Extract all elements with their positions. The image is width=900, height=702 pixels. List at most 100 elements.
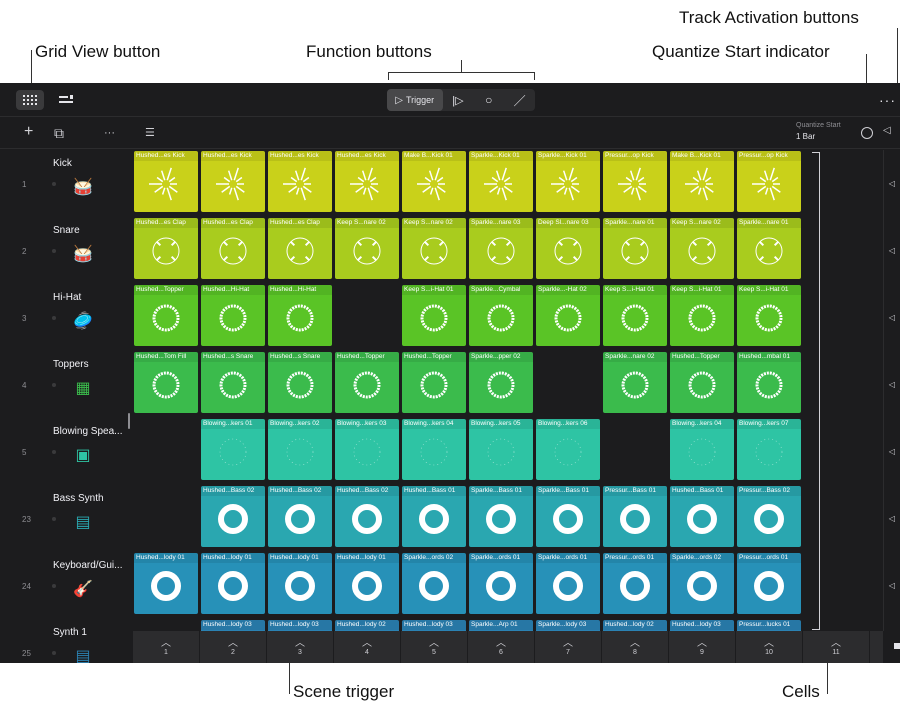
loop-cell[interactable]: Hushed...Bass 02: [268, 486, 332, 547]
trigger-button[interactable]: ▷ Trigger: [387, 89, 443, 111]
loop-cell[interactable]: Sparkle...ords 02: [402, 553, 466, 614]
snare-drum-icon[interactable]: 🥁: [72, 243, 94, 265]
loop-cell[interactable]: Hushed...es Clap: [134, 218, 198, 279]
track-activation-button[interactable]: ◁: [883, 552, 900, 619]
track-name[interactable]: Toppers: [53, 359, 128, 370]
loop-cell[interactable]: Make B...Kick 01: [402, 151, 466, 212]
loop-cell[interactable]: Sparkle...nare 01: [737, 218, 801, 279]
loop-cell[interactable]: Pressur...ords 01: [737, 553, 801, 614]
loop-cell[interactable]: Sparkle...-Hat 02: [536, 285, 600, 346]
scene-trigger-button[interactable]: ︿ 9: [669, 631, 736, 663]
loop-cell[interactable]: Keep S...i-Hat 01: [670, 285, 734, 346]
loop-cell[interactable]: Hushed...Topper: [670, 352, 734, 413]
loop-cell[interactable]: Hushed...es Kick: [268, 151, 332, 212]
queue-button[interactable]: |▷: [443, 89, 474, 111]
track-list-icon[interactable]: ☰: [145, 126, 155, 139]
loop-cell[interactable]: Blowing...kers 07: [737, 419, 801, 480]
track-more-icon[interactable]: ···: [104, 127, 115, 139]
stop-icon[interactable]: [894, 643, 900, 649]
duplicate-icon[interactable]: ⧉: [54, 125, 64, 142]
tracks-view-button[interactable]: [52, 90, 80, 110]
loop-cell[interactable]: Sparkle...ords 01: [536, 553, 600, 614]
track-activation-button[interactable]: ◁: [883, 217, 900, 284]
loop-cell[interactable]: Hushed...Topper: [134, 285, 198, 346]
grid-view-button[interactable]: [16, 90, 44, 110]
loop-cell[interactable]: Sparkle...nare 01: [603, 218, 667, 279]
scene-trigger-button[interactable]: ︿ 7: [535, 631, 602, 663]
scene-trigger-button[interactable]: ︿ 5: [401, 631, 468, 663]
loop-cell[interactable]: Pressur...op Kick: [737, 151, 801, 212]
loop-cell[interactable]: Sparkle...nare 02: [603, 352, 667, 413]
loop-cell[interactable]: Hushed...mbal 01: [737, 352, 801, 413]
loop-cell[interactable]: Keep S...i-Hat 01: [737, 285, 801, 346]
loop-cell[interactable]: Hushed...lody 01: [268, 553, 332, 614]
loop-cell[interactable]: Blowing...kers 03: [335, 419, 399, 480]
loop-cell[interactable]: Pressur...op Kick: [603, 151, 667, 212]
loop-cell[interactable]: Hushed...lody 01: [134, 553, 198, 614]
add-track-icon[interactable]: +: [24, 123, 33, 141]
quantize-start-value[interactable]: 1 Bar: [796, 132, 815, 141]
loop-cell[interactable]: Sparkle...Kick 01: [469, 151, 533, 212]
scene-trigger-button[interactable]: ︿ 4: [334, 631, 401, 663]
loop-cell[interactable]: Hushed...Tom Fill: [134, 352, 198, 413]
track-name[interactable]: Hi-Hat: [53, 292, 128, 303]
loop-cell[interactable]: Sparkle...Cymbal: [469, 285, 533, 346]
sampler-icon[interactable]: ▣: [72, 444, 94, 466]
loop-cell[interactable]: Hushed...Topper: [402, 352, 466, 413]
scene-trigger-button[interactable]: ︿ 10: [736, 631, 803, 663]
scene-trigger-button[interactable]: ︿ 6: [468, 631, 535, 663]
guitar-icon[interactable]: 🎸: [72, 578, 94, 600]
loop-cell[interactable]: Keep S...nare 02: [670, 218, 734, 279]
scene-trigger-button[interactable]: ︿ 11: [803, 631, 870, 663]
track-activation-button[interactable]: ◁: [883, 418, 900, 485]
synth-icon[interactable]: ▤: [72, 511, 94, 533]
track-activation-button[interactable]: ◁: [883, 150, 900, 217]
loop-cell[interactable]: Sparkle...Kick 01: [536, 151, 600, 212]
loop-cell[interactable]: Sparkle...ords 01: [469, 553, 533, 614]
keyboard-icon[interactable]: ▤: [72, 645, 94, 663]
hi-hat-icon[interactable]: 🥏: [72, 310, 94, 332]
loop-cell[interactable]: Deep Sl...nare 03: [536, 218, 600, 279]
loop-cell[interactable]: Pressur...Bass 02: [737, 486, 801, 547]
loop-cell[interactable]: Blowing...kers 01: [201, 419, 265, 480]
loop-cell[interactable]: Hushed...es Kick: [335, 151, 399, 212]
track-activation-button[interactable]: ◁: [883, 485, 900, 552]
loop-cell[interactable]: Sparkle...Bass 01: [469, 486, 533, 547]
loop-cell[interactable]: Keep S...nare 02: [402, 218, 466, 279]
loop-cell[interactable]: Hushed...es Clap: [268, 218, 332, 279]
loop-cell[interactable]: Pressur...Bass 01: [603, 486, 667, 547]
record-button[interactable]: ○: [473, 89, 504, 111]
loop-cell[interactable]: Hushed...es Kick: [201, 151, 265, 212]
loop-cell[interactable]: Sparkle...Bass 01: [536, 486, 600, 547]
loop-cell[interactable]: Blowing...kers 04: [670, 419, 734, 480]
loop-cell[interactable]: Sparkle...nare 03: [469, 218, 533, 279]
loop-cell[interactable]: Hushed...lody 01: [335, 553, 399, 614]
loop-cell[interactable]: Make B...Kick 01: [670, 151, 734, 212]
loop-cell[interactable]: Blowing...kers 06: [536, 419, 600, 480]
loop-cell[interactable]: Hushed...es Clap: [201, 218, 265, 279]
loop-cell[interactable]: Hushed...Hi-Hat: [201, 285, 265, 346]
loop-cell[interactable]: Hushed...Hi-Hat: [268, 285, 332, 346]
drum-machine-icon[interactable]: ▦: [72, 377, 94, 399]
track-name[interactable]: Snare: [53, 225, 128, 236]
loop-cell[interactable]: Blowing...kers 04: [402, 419, 466, 480]
loop-cell[interactable]: Pressur...ords 01: [603, 553, 667, 614]
loop-cell[interactable]: Hushed...lody 01: [201, 553, 265, 614]
track-activation-button[interactable]: ◁: [883, 284, 900, 351]
track-activation-button[interactable]: ◁: [883, 351, 900, 418]
loop-cell[interactable]: Blowing...kers 05: [469, 419, 533, 480]
loop-cell[interactable]: Blowing...kers 02: [268, 419, 332, 480]
track-name[interactable]: Synth 1: [53, 627, 128, 638]
loop-cell[interactable]: Sparkle...ords 02: [670, 553, 734, 614]
scene-trigger-button[interactable]: ︿ 1: [133, 631, 200, 663]
scene-trigger-button[interactable]: ︿ 8: [602, 631, 669, 663]
track-name[interactable]: Keyboard/Gui...: [53, 560, 128, 571]
loop-cell[interactable]: Keep S...i-Hat 01: [603, 285, 667, 346]
activate-all-icon[interactable]: ◁: [883, 125, 891, 136]
loop-cell[interactable]: Keep S...nare 02: [335, 218, 399, 279]
loop-cell[interactable]: Hushed...Bass 01: [670, 486, 734, 547]
kick-drum-icon[interactable]: 🥁: [72, 176, 94, 198]
track-name[interactable]: Bass Synth: [53, 493, 128, 504]
scene-trigger-button[interactable]: ︿ 2: [200, 631, 267, 663]
scene-trigger-button[interactable]: ︿ 3: [267, 631, 334, 663]
